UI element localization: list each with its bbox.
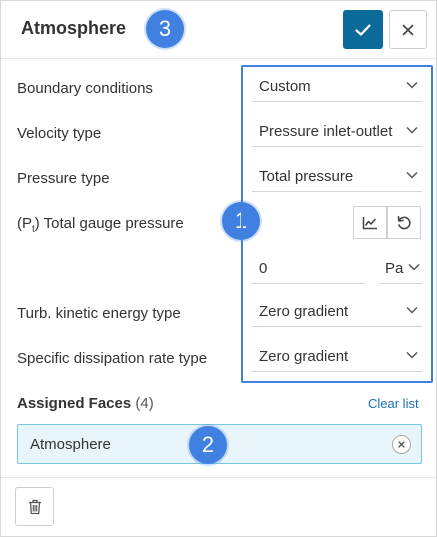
panel-title: Atmosphere <box>21 18 127 38</box>
confirm-button[interactable] <box>343 10 383 49</box>
delete-button[interactable] <box>15 487 54 526</box>
assigned-faces-count: (4) <box>135 395 154 412</box>
close-icon <box>398 441 405 448</box>
specific-dissipation-rate-type-label: Specific dissipation rate type <box>17 350 208 367</box>
panel-header: Atmosphere 3 <box>1 1 436 59</box>
assigned-faces-title: Assigned Faces (4) <box>17 395 154 412</box>
total-gauge-pressure-label: (Pt) Total gauge pressure <box>17 215 184 235</box>
trash-icon <box>28 499 41 514</box>
step-badge-3: 3 <box>146 10 184 48</box>
highlight-box <box>241 65 433 383</box>
velocity-type-label: Velocity type <box>17 125 102 142</box>
settings-panel: Atmosphere 3 Boundary conditions Custom … <box>0 0 437 537</box>
remove-face-button[interactable] <box>392 435 411 454</box>
assigned-face-name: Atmosphere <box>30 436 111 453</box>
close-button[interactable] <box>389 10 427 49</box>
clear-list-link[interactable]: Clear list <box>368 396 419 411</box>
pressure-type-label: Pressure type <box>17 170 110 187</box>
footer-divider <box>1 477 436 478</box>
boundary-conditions-label: Boundary conditions <box>17 80 153 97</box>
turb-kinetic-energy-type-label: Turb. kinetic energy type <box>17 305 181 322</box>
close-icon <box>402 24 414 35</box>
check-icon <box>355 23 371 36</box>
step-badge-2: 2 <box>189 426 227 464</box>
